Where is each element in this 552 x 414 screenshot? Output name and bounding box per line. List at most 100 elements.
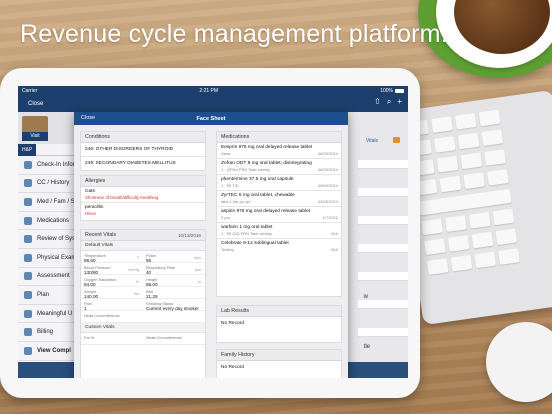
vital-value: 40	[146, 269, 152, 275]
medications-header: Medications	[217, 132, 341, 143]
allergy-reaction: Hives	[85, 211, 96, 216]
medication-name: ZyrTEC 5 mg oral tablet, chewable	[221, 193, 295, 198]
keyboard-key	[436, 155, 459, 173]
keyboard-key	[492, 208, 515, 226]
medication-item[interactable]: Eesprin 976 mg oral delayed release tabl…	[217, 143, 341, 159]
medication-item[interactable]: Celebrate 8-12 sublingual tablet Testing N…	[217, 239, 341, 254]
keyboard-key	[433, 136, 456, 153]
medication-item[interactable]: aspirin 976 mg oral delayed release tabl…	[217, 207, 341, 223]
medication-date: N/A	[331, 231, 338, 236]
top-nav-bar: Close ⇧ ⌕ +	[18, 95, 408, 112]
medication-date: 06/20/2014	[317, 151, 338, 156]
vital-value: 98.60	[84, 257, 96, 263]
vitals-grid: Temperature 98.60 F Pulse 56 bpm Blood Press…	[81, 251, 205, 323]
recent-vitals-header: Recent Vitals 10/13/2016	[81, 230, 205, 241]
billing-icon	[24, 328, 32, 337]
allergy-name: Cats	[85, 189, 95, 194]
vital-label: Head Circumference	[84, 312, 120, 318]
vitals-link[interactable]: Vitals	[366, 138, 378, 144]
vital-cell: Head Circumference	[81, 311, 205, 323]
medication-date: N/A	[331, 247, 338, 252]
medication-name: aspirin 976 mg oral delayed release tabl…	[221, 209, 311, 214]
vital-unit: rpm	[194, 268, 201, 272]
background-row	[358, 160, 408, 169]
background-row	[358, 328, 408, 337]
medication-date: 06/20/2014	[317, 167, 338, 172]
medication-item[interactable]: ZyrTEC 5 mg oral tablet, chewable take 1 …	[217, 191, 341, 207]
allergies-card: Allergies Cats Shortness of breath/diffi…	[80, 175, 206, 221]
vital-value: 140.00	[84, 293, 99, 299]
family-icon	[24, 197, 32, 206]
recent-vitals-date: 10/13/2016	[178, 233, 201, 238]
keyboard-key	[439, 175, 462, 193]
share-icon[interactable]: ⇧	[374, 97, 381, 107]
keyboard-key	[426, 258, 449, 275]
vital-cell: Height 68.00 in	[143, 275, 205, 287]
medication-name: warfarin 1 mg oral tablet	[221, 225, 273, 230]
allergies-header: Allergies	[81, 176, 205, 187]
sidebar-item-label: Plan	[37, 291, 50, 298]
keyboard-key	[421, 218, 444, 236]
condition-item[interactable]: 249: SECONDARY DIABETES MELLITUS	[81, 157, 205, 170]
medication-sig: 1 · 50 QID PRN Take weekly	[221, 231, 272, 236]
vital-cell: BMI 21.29	[143, 287, 205, 299]
custom-vitals-grid: Fat % Waist Circumference	[81, 333, 205, 345]
vital-cell: Weight 140.00 lbs	[81, 287, 143, 299]
keyboard-key	[468, 211, 491, 229]
face-sheet-modal: Close Face Sheet Conditions 246: OTHER D…	[74, 112, 348, 378]
app-screen: Carrier 2:21 PM 100% Close ⇧ ⌕ + Visit H	[18, 86, 408, 378]
conditions-card: Conditions 246: OTHER DISORDERS OF THYRO…	[80, 131, 206, 171]
family-history-empty: No Record	[221, 365, 244, 370]
background-row	[358, 300, 408, 309]
medication-name: phentermine 37.5 mg oral capsule	[221, 177, 294, 182]
sidebar-item-label: Billing	[37, 329, 54, 336]
keyboard-key	[457, 132, 480, 150]
keyboard-key	[495, 228, 518, 246]
allergy-item[interactable]: Cats Shortness of breath/difficulty brea…	[81, 187, 205, 203]
modal-close-button[interactable]: Close	[81, 112, 95, 125]
vital-value: 1	[84, 305, 87, 311]
medication-name: Celebrate 8-12 sublingual tablet	[221, 241, 289, 246]
keyboard-key	[424, 238, 446, 256]
vital-label: Waist Circumference	[146, 334, 182, 340]
medication-item[interactable]: phentermine 37.5 mg oral capsule 1 · 50 T…	[217, 175, 341, 191]
medication-icon	[24, 216, 32, 225]
lab-results-header: Lab Results	[217, 306, 341, 317]
vital-cell: Temperature 98.60 F	[81, 251, 143, 263]
keyboard-key	[445, 215, 467, 232]
sidebar-item-label: Review of Sys	[37, 236, 76, 243]
condition-item[interactable]: 246: OTHER DISORDERS OF THYROID	[81, 143, 205, 157]
sidebar-item-label: Physical Exam	[37, 254, 77, 261]
medication-name: Zofran ODT 8 mg oral tablet, disintegrat…	[221, 161, 312, 166]
allergy-item[interactable]: penicillin Hives	[81, 203, 205, 218]
vital-cell: Oxygen Saturation 94.00%	[81, 275, 143, 287]
nav-actions: ⇧ ⌕ +	[374, 97, 402, 107]
battery-indicator: 100%	[380, 88, 404, 94]
folder-icon[interactable]	[393, 137, 400, 143]
assessment-icon	[24, 272, 32, 281]
default-vitals-label: Default Vitals	[81, 241, 205, 251]
vital-cell: Smoking Status Current every day smoker	[143, 299, 205, 311]
meaningful-use-icon	[24, 309, 32, 318]
modal-title: Face Sheet	[196, 115, 226, 122]
sidebar-item-label: Med / Fam / S	[37, 198, 75, 205]
vital-unit: lbs	[134, 292, 139, 296]
add-icon[interactable]: +	[397, 97, 402, 107]
medication-item[interactable]: Zofran ODT 8 mg oral tablet, disintegrat…	[217, 159, 341, 175]
review-icon	[24, 235, 32, 244]
battery-icon	[394, 88, 404, 93]
keyboard-key	[463, 172, 486, 189]
vital-unit: bpm	[194, 256, 201, 260]
search-icon[interactable]: ⌕	[387, 97, 391, 107]
vital-cell: Pain 1	[81, 299, 143, 311]
history-icon	[24, 179, 32, 188]
sidebar-item-label: Check-In Infor	[37, 161, 75, 168]
visit-button[interactable]: Visit	[22, 116, 48, 141]
plan-icon	[24, 290, 32, 299]
recent-vitals-title: Recent Vitals	[85, 232, 117, 238]
keyboard-key	[487, 169, 509, 186]
tab-hp[interactable]: H&P	[18, 143, 37, 156]
medication-item[interactable]: warfarin 1 mg oral tablet 1 · 50 QID PRN …	[217, 223, 341, 239]
keyboard-key	[450, 254, 473, 272]
nav-close-button[interactable]: Close	[28, 101, 43, 107]
